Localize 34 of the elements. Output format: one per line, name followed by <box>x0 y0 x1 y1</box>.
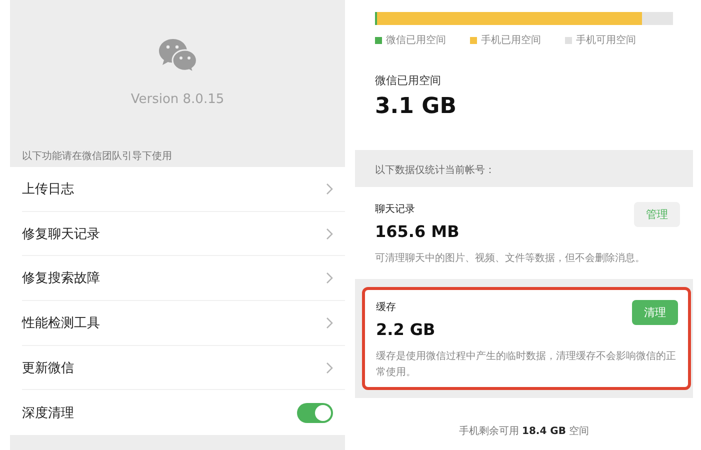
chevron-icon <box>326 362 333 374</box>
card-title: 聊天记录 <box>375 203 416 216</box>
section-note: 以下功能请在微信团队引导下使用 <box>21 150 173 164</box>
item-label: 上传日志 <box>22 180 74 198</box>
item-label: 修复搜索故障 <box>22 270 100 288</box>
settings-item[interactable]: 修复聊天记录 <box>22 212 345 256</box>
settings-item[interactable]: 更新微信 <box>22 346 345 390</box>
account-note: 以下数据仅统计当前帐号： <box>374 164 496 178</box>
chevron-icon <box>326 228 333 240</box>
item-label: 性能检测工具 <box>22 314 100 332</box>
legend-label: 手机可用空间 <box>576 34 636 47</box>
settings-item[interactable]: 上传日志 <box>22 167 345 212</box>
chevron-icon <box>326 182 333 195</box>
card-size: 165.6 MB <box>375 222 460 241</box>
settings-item[interactable]: 深度清理 <box>22 390 345 436</box>
chevron-icon <box>326 272 333 284</box>
chevron-icon <box>326 316 333 329</box>
item-label: 深度清理 <box>22 404 74 422</box>
legend-label: 微信已用空间 <box>386 34 446 47</box>
card-size: 2.2 GB <box>376 320 436 339</box>
settings-item[interactable]: 性能检测工具 <box>22 301 345 346</box>
used-label: 微信已用空间 <box>375 73 442 88</box>
settings-item[interactable]: 修复搜索故障 <box>22 256 345 302</box>
card-description: 缓存是使用微信过程中产生的临时数据，清理缓存不会影响微信的正常使用。 <box>376 350 677 380</box>
item-label: 更新微信 <box>22 360 74 377</box>
version-text: Version 8.0.15 <box>130 92 224 107</box>
card-title: 缓存 <box>376 300 397 314</box>
card-description: 可清理聊天中的图片、视频、文件等数据，但不会删除消息。 <box>375 252 646 266</box>
used-value: 3.1 GB <box>375 94 458 119</box>
free-space-text: 手机剩余可用 18.4 GB 空间 <box>355 398 693 450</box>
toggle-switch[interactable] <box>297 402 333 423</box>
item-label: 修复聊天记录 <box>22 226 100 243</box>
chat-bubbles-icon <box>156 38 198 72</box>
legend-label: 手机已用空间 <box>481 34 541 47</box>
